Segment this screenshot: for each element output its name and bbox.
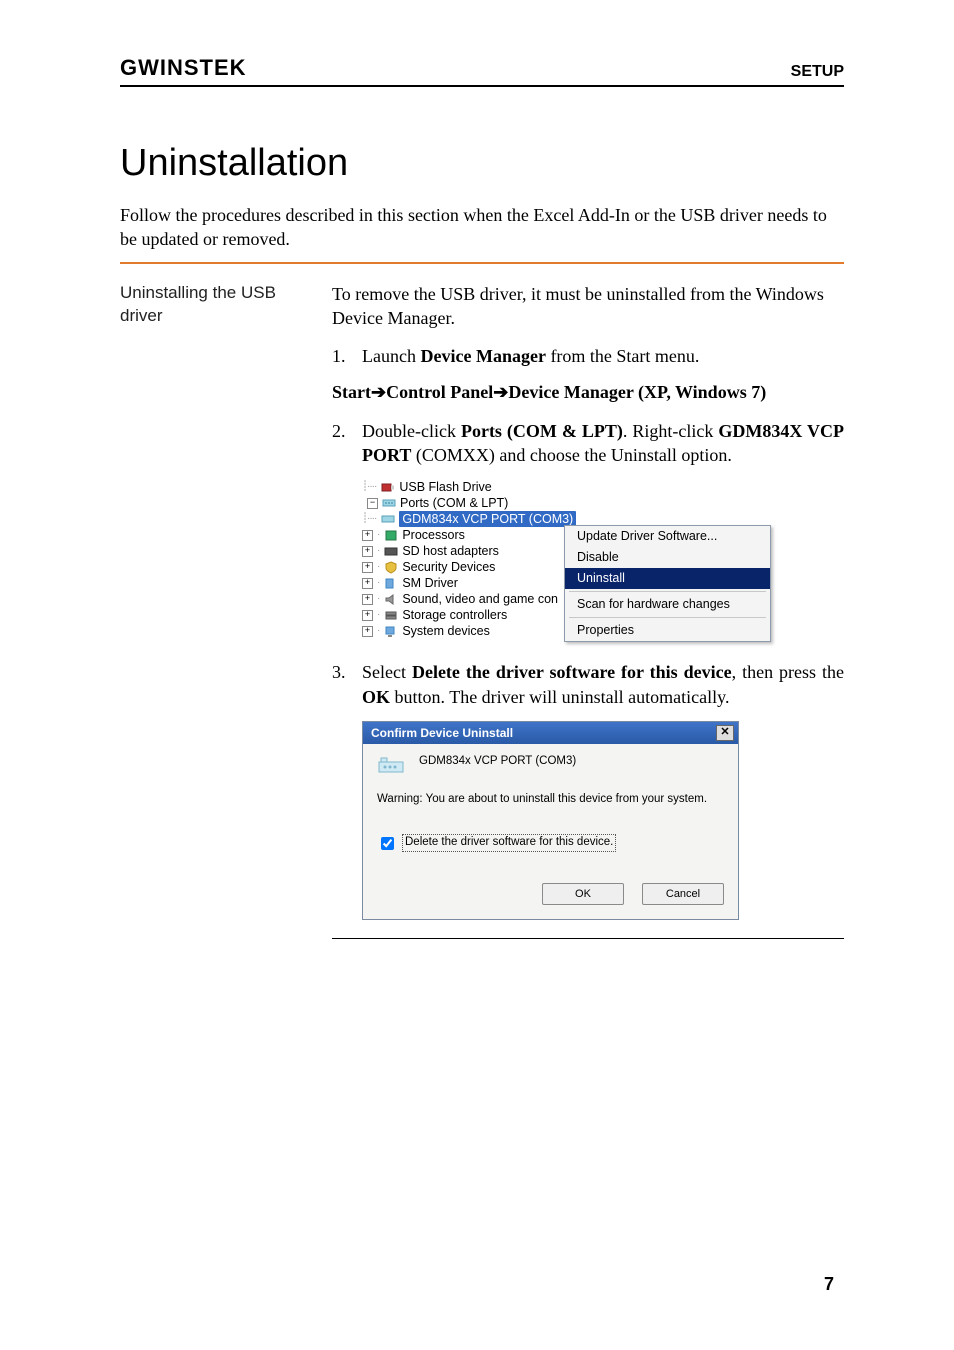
context-menu: Update Driver Software... Disable Uninst… xyxy=(564,525,771,642)
tree-item[interactable]: Security Devices xyxy=(402,559,495,575)
delete-driver-checkbox[interactable] xyxy=(381,837,394,850)
text: Double-click xyxy=(362,421,461,441)
storage-icon xyxy=(384,609,398,622)
card-icon xyxy=(384,545,398,558)
tree-item[interactable]: SM Driver xyxy=(402,575,458,591)
divider xyxy=(120,262,844,264)
menu-separator xyxy=(569,591,766,592)
header-section-label: SETUP xyxy=(791,63,844,81)
lead-paragraph: To remove the USB driver, it must be uni… xyxy=(332,282,844,331)
text: from the Start menu. xyxy=(546,346,699,366)
tree-item[interactable]: Processors xyxy=(402,527,465,543)
menu-item-scan[interactable]: Scan for hardware changes xyxy=(565,594,770,615)
figure-confirm-dialog: Confirm Device Uninstall ✕ GDM834x VCP P… xyxy=(362,721,844,920)
tree-item[interactable]: Sound, video and game con xyxy=(402,591,558,607)
text: button. The driver will uninstall automa… xyxy=(390,687,729,707)
usb-drive-icon xyxy=(381,481,395,494)
expand-icon[interactable]: + xyxy=(362,546,373,557)
expand-icon[interactable]: + xyxy=(362,562,373,573)
close-icon[interactable]: ✕ xyxy=(716,725,734,741)
text-bold: Ports (COM & LPT) xyxy=(461,421,623,441)
step-1-path: Start➔Control Panel➔Device Manager (XP, … xyxy=(332,380,844,404)
text: Launch xyxy=(362,346,420,366)
menu-item-uninstall[interactable]: Uninstall xyxy=(565,568,770,589)
step-1: 1. Launch Device Manager from the Start … xyxy=(332,344,844,368)
path-start: Start xyxy=(332,382,371,402)
text: . Right-click xyxy=(623,421,718,441)
menu-item-disable[interactable]: Disable xyxy=(565,547,770,568)
device-tree: ┊···· USB Flash Drive − Ports (COM & LPT… xyxy=(362,479,562,639)
text-bold: OK xyxy=(362,687,390,707)
port-icon xyxy=(377,754,407,776)
text: Select xyxy=(362,662,412,682)
expand-icon[interactable]: + xyxy=(362,626,373,637)
step-number: 2. xyxy=(332,419,352,468)
security-icon xyxy=(384,561,398,574)
menu-item-properties[interactable]: Properties xyxy=(565,620,770,641)
arrow-icon: ➔ xyxy=(493,382,508,402)
text: , then press the xyxy=(732,662,844,682)
port-icon xyxy=(381,513,395,526)
system-icon xyxy=(384,625,398,638)
text-bold: Device Manager xyxy=(420,346,545,366)
expand-icon[interactable]: + xyxy=(362,610,373,621)
step-2: 2. Double-click Ports (COM & LPT). Right… xyxy=(332,419,844,468)
content-column: To remove the USB driver, it must be uni… xyxy=(332,282,844,939)
step-3: 3. Select Delete the driver software for… xyxy=(332,660,844,709)
intro-paragraph: Follow the procedures described in this … xyxy=(120,203,844,252)
tree-item[interactable]: USB Flash Drive xyxy=(399,479,491,495)
arrow-icon: ➔ xyxy=(371,382,386,402)
divider xyxy=(332,938,844,939)
path-cp: Control Panel xyxy=(386,382,493,402)
tree-item[interactable]: Storage controllers xyxy=(402,607,507,623)
brand-logo: GWINSTEK xyxy=(120,55,247,81)
side-heading: Uninstalling the USB driver xyxy=(120,282,290,939)
ports-icon xyxy=(382,497,396,510)
tree-item-selected[interactable]: GDM834x VCP PORT (COM3) xyxy=(399,511,576,527)
dialog-title: Confirm Device Uninstall xyxy=(371,725,513,741)
tree-item[interactable]: Ports (COM & LPT) xyxy=(400,495,508,511)
cancel-button[interactable]: Cancel xyxy=(642,883,724,905)
step-number: 1. xyxy=(332,344,352,368)
text-bold: Delete the driver software for this devi… xyxy=(412,662,732,682)
menu-separator xyxy=(569,617,766,618)
path-dm: Device Manager (XP, Windows 7) xyxy=(508,382,766,402)
menu-item-update[interactable]: Update Driver Software... xyxy=(565,526,770,547)
tree-item[interactable]: SD host adapters xyxy=(402,543,499,559)
expand-icon[interactable]: + xyxy=(362,578,373,589)
expand-icon[interactable]: + xyxy=(362,594,373,605)
expand-icon[interactable]: + xyxy=(362,530,373,541)
confirm-dialog: Confirm Device Uninstall ✕ GDM834x VCP P… xyxy=(362,721,739,920)
page-number: 7 xyxy=(824,1274,834,1295)
driver-icon xyxy=(384,577,398,590)
text: (COMXX) and choose the Uninstall option. xyxy=(411,445,731,465)
page-header: GWINSTEK SETUP xyxy=(120,55,844,87)
tree-item[interactable]: System devices xyxy=(402,623,490,639)
checkbox-label: Delete the driver software for this devi… xyxy=(402,834,616,852)
dialog-device-name: GDM834x VCP PORT (COM3) xyxy=(419,754,576,770)
dialog-warning: Warning: You are about to uninstall this… xyxy=(377,792,724,808)
step-number: 3. xyxy=(332,660,352,709)
figure-device-manager: ┊···· USB Flash Drive − Ports (COM & LPT… xyxy=(362,479,844,642)
processor-icon xyxy=(384,529,398,542)
sound-icon xyxy=(384,593,398,606)
ok-button[interactable]: OK xyxy=(542,883,624,905)
page-title: Uninstallation xyxy=(120,142,844,185)
dialog-titlebar: Confirm Device Uninstall ✕ xyxy=(363,722,738,744)
collapse-icon[interactable]: − xyxy=(367,498,378,509)
